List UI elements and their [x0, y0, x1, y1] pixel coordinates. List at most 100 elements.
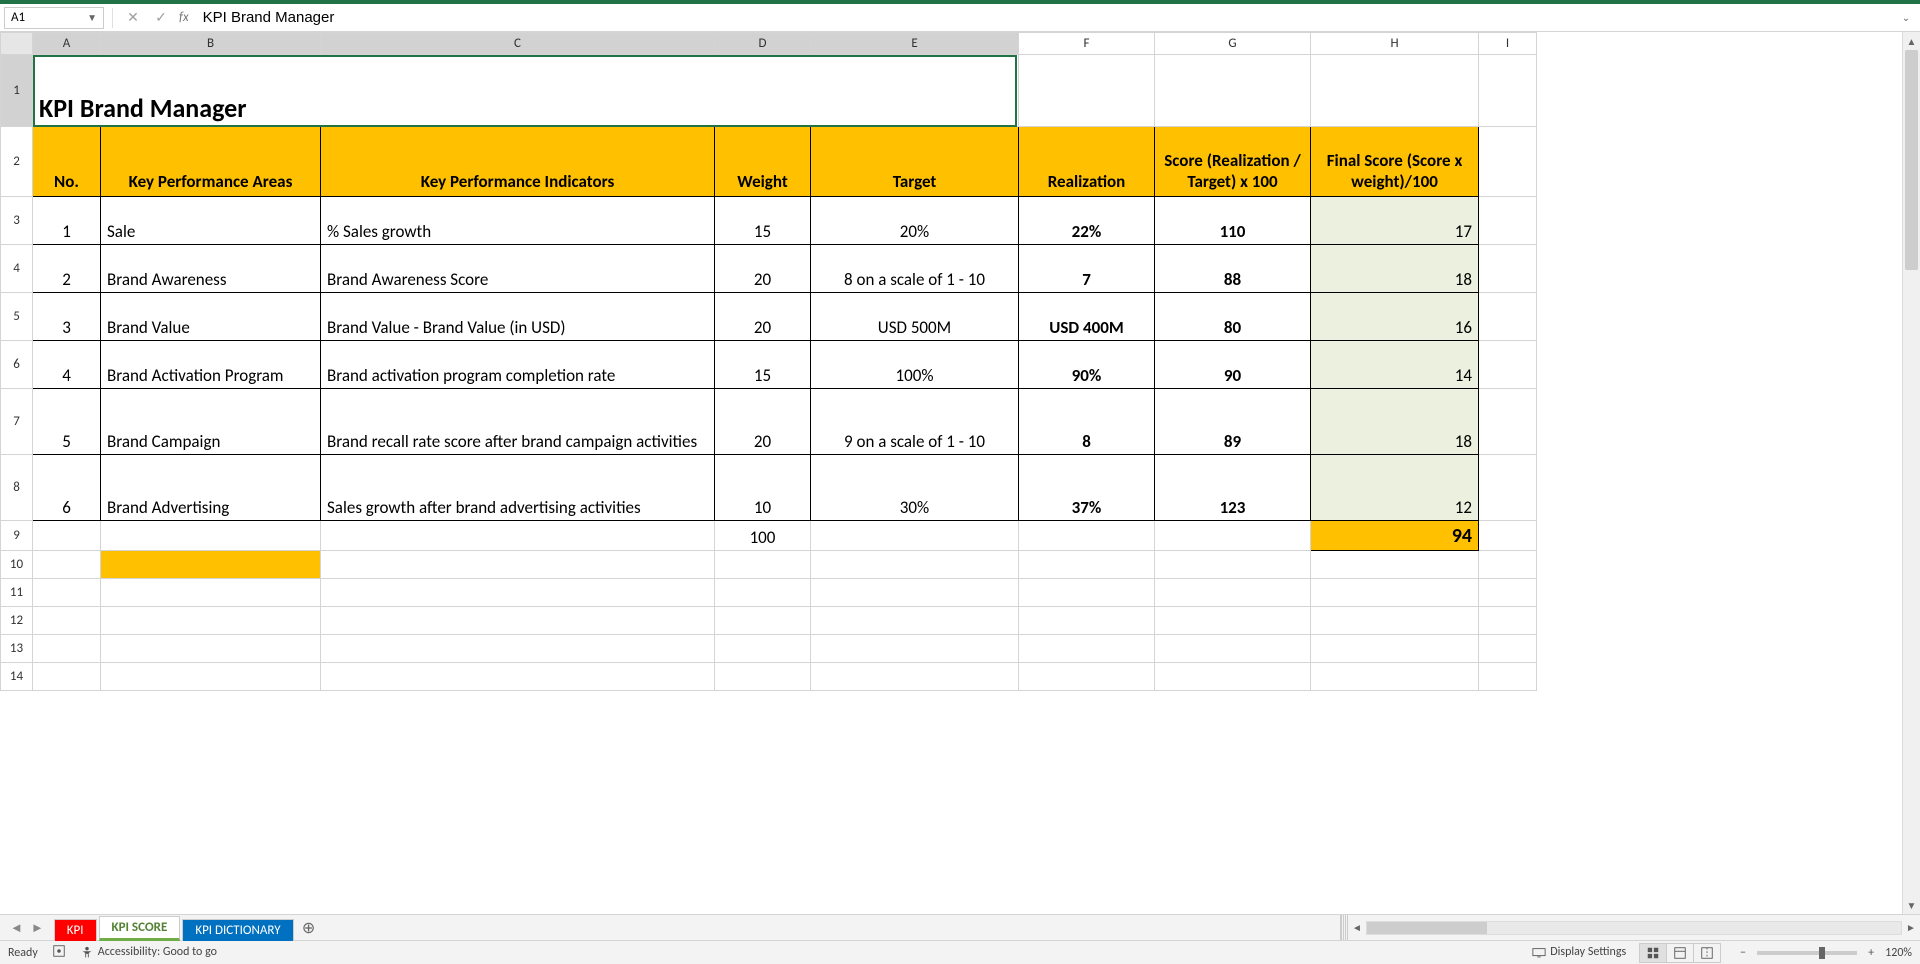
- macro-record-icon[interactable]: [52, 944, 66, 962]
- header-realization[interactable]: Realization: [1019, 127, 1155, 197]
- row-header-7[interactable]: 7: [1, 389, 33, 455]
- hscroll-track[interactable]: [1366, 921, 1902, 935]
- row-header-13[interactable]: 13: [1, 635, 33, 663]
- cell-final[interactable]: 18: [1311, 245, 1479, 293]
- cell-F14[interactable]: [1019, 663, 1155, 691]
- cell-I1[interactable]: [1479, 55, 1537, 127]
- cell-I3[interactable]: [1479, 197, 1537, 245]
- header-kpa[interactable]: Key Performance Areas: [101, 127, 321, 197]
- cell-score[interactable]: 110: [1155, 197, 1311, 245]
- cell-realization[interactable]: 8: [1019, 389, 1155, 455]
- cell-F11[interactable]: [1019, 579, 1155, 607]
- cell-C14[interactable]: [321, 663, 715, 691]
- col-header-I[interactable]: I: [1479, 33, 1537, 55]
- row-header-8[interactable]: 8: [1, 455, 33, 521]
- page-break-view-button[interactable]: [1693, 943, 1721, 963]
- cell-final[interactable]: 17: [1311, 197, 1479, 245]
- hscroll-thumb[interactable]: [1367, 922, 1487, 934]
- cell-kpa[interactable]: Brand Activation Program: [101, 341, 321, 389]
- col-header-G[interactable]: G: [1155, 33, 1311, 55]
- row-header-4[interactable]: 4: [1, 245, 33, 293]
- cell-D14[interactable]: [715, 663, 811, 691]
- cell-final[interactable]: 16: [1311, 293, 1479, 341]
- cell-kpa[interactable]: Brand Value: [101, 293, 321, 341]
- cell-kpa[interactable]: Brand Awareness: [101, 245, 321, 293]
- cell-I13[interactable]: [1479, 635, 1537, 663]
- cell-H11[interactable]: [1311, 579, 1479, 607]
- col-header-H[interactable]: H: [1311, 33, 1479, 55]
- cell-weight[interactable]: 20: [715, 389, 811, 455]
- cell-C9[interactable]: [321, 521, 715, 551]
- row-header-10[interactable]: 10: [1, 551, 33, 579]
- cell-final[interactable]: 14: [1311, 341, 1479, 389]
- scroll-down-button[interactable]: ▼: [1903, 896, 1920, 914]
- scroll-track[interactable]: [1903, 50, 1920, 896]
- row-header-5[interactable]: 5: [1, 293, 33, 341]
- row-header-3[interactable]: 3: [1, 197, 33, 245]
- cell-no[interactable]: 4: [33, 341, 101, 389]
- cell-A9[interactable]: [33, 521, 101, 551]
- header-score[interactable]: Score (Realization / Target) x 100: [1155, 127, 1311, 197]
- cell-I10[interactable]: [1479, 551, 1537, 579]
- cell-target[interactable]: 30%: [811, 455, 1019, 521]
- cell-F1[interactable]: [1019, 55, 1155, 127]
- vertical-scrollbar[interactable]: ▲ ▼: [1902, 32, 1920, 914]
- cell-weight-total[interactable]: 100: [715, 521, 811, 551]
- cell-E11[interactable]: [811, 579, 1019, 607]
- cell-H10[interactable]: [1311, 551, 1479, 579]
- cell-B11[interactable]: [101, 579, 321, 607]
- cell-target[interactable]: 8 on a scale of 1 - 10: [811, 245, 1019, 293]
- cell-no[interactable]: 2: [33, 245, 101, 293]
- formula-input[interactable]: [199, 7, 1892, 29]
- scroll-up-button[interactable]: ▲: [1903, 32, 1920, 50]
- cell-no[interactable]: 5: [33, 389, 101, 455]
- row-header-1[interactable]: 1: [1, 55, 33, 127]
- cell-kpi[interactable]: % Sales growth: [321, 197, 715, 245]
- col-header-B[interactable]: B: [101, 33, 321, 55]
- cell-kpa[interactable]: Sale: [101, 197, 321, 245]
- header-weight[interactable]: Weight: [715, 127, 811, 197]
- row-header-6[interactable]: 6: [1, 341, 33, 389]
- cell-no[interactable]: 6: [33, 455, 101, 521]
- tab-next-icon[interactable]: ►: [31, 920, 44, 936]
- cell-kpi[interactable]: Brand recall rate score after brand camp…: [321, 389, 715, 455]
- cell-I9[interactable]: [1479, 521, 1537, 551]
- cell-B9[interactable]: [101, 521, 321, 551]
- cell-target[interactable]: 9 on a scale of 1 - 10: [811, 389, 1019, 455]
- cell-score[interactable]: 80: [1155, 293, 1311, 341]
- cell-A12[interactable]: [33, 607, 101, 635]
- col-header-C[interactable]: C: [321, 33, 715, 55]
- select-all-corner[interactable]: [1, 33, 33, 55]
- cell-B13[interactable]: [101, 635, 321, 663]
- cell-realization[interactable]: 90%: [1019, 341, 1155, 389]
- cell-target[interactable]: 100%: [811, 341, 1019, 389]
- fx-icon[interactable]: fx: [179, 10, 189, 25]
- cell-target[interactable]: USD 500M: [811, 293, 1019, 341]
- cell-kpi[interactable]: Sales growth after brand advertising act…: [321, 455, 715, 521]
- cell-E14[interactable]: [811, 663, 1019, 691]
- cell-weight[interactable]: 20: [715, 293, 811, 341]
- scroll-thumb[interactable]: [1905, 50, 1918, 270]
- cell-B14[interactable]: [101, 663, 321, 691]
- cell-A11[interactable]: [33, 579, 101, 607]
- sheet-tab-kpi[interactable]: KPI: [54, 919, 97, 941]
- cell-I5[interactable]: [1479, 293, 1537, 341]
- cell-H12[interactable]: [1311, 607, 1479, 635]
- grid-wrap[interactable]: A B C D E F G H I 1 KPI Brand Manager: [0, 32, 1902, 914]
- cell-H14[interactable]: [1311, 663, 1479, 691]
- cell-final[interactable]: 12: [1311, 455, 1479, 521]
- cell-kpa[interactable]: Brand Advertising: [101, 455, 321, 521]
- cell-E9[interactable]: [811, 521, 1019, 551]
- header-final[interactable]: Final Score (Score x weight)/100: [1311, 127, 1479, 197]
- cell-kpi[interactable]: Brand Value - Brand Value (in USD): [321, 293, 715, 341]
- tab-prev-icon[interactable]: ◄: [10, 920, 23, 936]
- cell-score[interactable]: 89: [1155, 389, 1311, 455]
- new-sheet-button[interactable]: ⊕: [296, 915, 322, 940]
- cell-H1[interactable]: [1311, 55, 1479, 127]
- row-header-9[interactable]: 9: [1, 521, 33, 551]
- cell-score[interactable]: 90: [1155, 341, 1311, 389]
- cell-G9[interactable]: [1155, 521, 1311, 551]
- title-cell[interactable]: KPI Brand Manager: [33, 55, 1019, 127]
- zoom-out-button[interactable]: −: [1735, 946, 1751, 960]
- cell-F13[interactable]: [1019, 635, 1155, 663]
